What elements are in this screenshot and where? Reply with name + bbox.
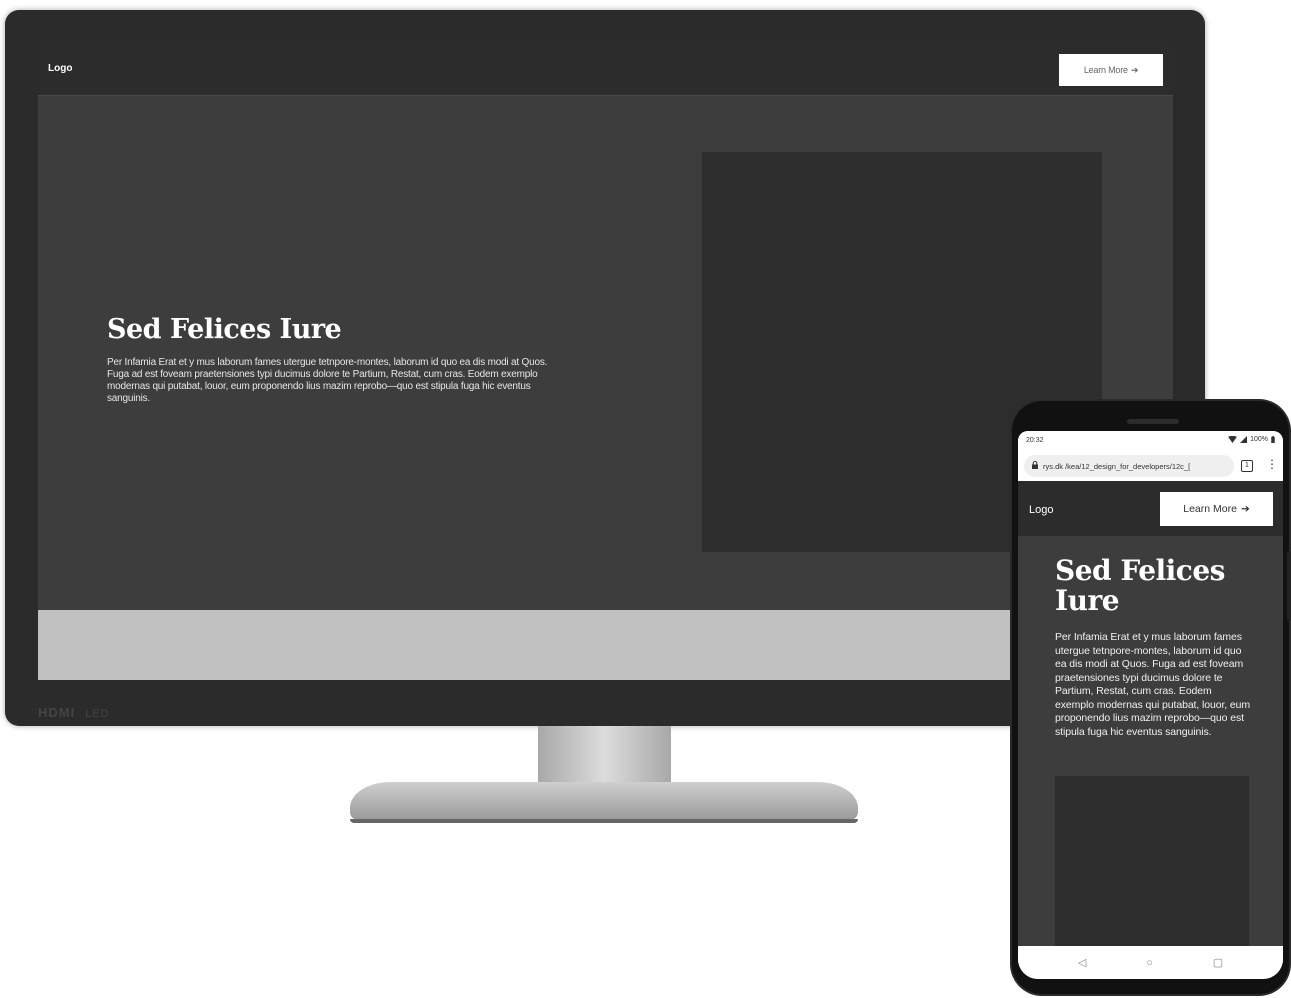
mobile-navbar: Logo Learn More ➔ — [1018, 481, 1283, 536]
desktop-hero-title: Sed Felices Iure — [107, 314, 342, 345]
mobile-phone: 20:32 100% rys.dk /kea/12_design_for_dev… — [1012, 401, 1291, 994]
desktop-navbar: Logo Learn More ➔ — [38, 45, 1173, 96]
tab-switcher-button[interactable]: 1 — [1241, 460, 1253, 472]
mobile-logo[interactable]: Logo — [1029, 504, 1053, 516]
desktop-hero-text: Per Infamia Erat et y mus laborum fames … — [107, 357, 548, 404]
lock-icon — [1032, 460, 1038, 471]
arrow-right-icon: ➔ — [1130, 64, 1139, 75]
monitor-brand-label: HDMI LED — [38, 705, 110, 720]
mobile-hero-title: Sed Felices Iure — [1055, 554, 1225, 617]
browser-url-bar: rys.dk /kea/12_design_for_developers/12c… — [1018, 451, 1283, 481]
arrow-right-icon: ➔ — [1240, 503, 1250, 515]
android-nav-bar: ◁ ○ ▢ — [1018, 946, 1283, 979]
monitor-stand-base — [350, 782, 858, 823]
monitor-stand-neck — [538, 726, 671, 786]
mobile-learn-more-label: Learn More — [1183, 503, 1237, 515]
wifi-icon — [1228, 436, 1237, 443]
desktop-learn-more-label: Learn More — [1083, 65, 1128, 75]
mobile-screen: 20:32 100% rys.dk /kea/12_design_for_dev… — [1018, 431, 1283, 979]
signal-icon — [1240, 436, 1248, 443]
desktop-logo[interactable]: Logo — [48, 63, 72, 74]
desktop-screen: Logo Learn More ➔ Sed Felices Iure Per I… — [38, 45, 1173, 680]
status-time: 20:32 — [1026, 437, 1044, 444]
desktop-footer — [38, 610, 1173, 680]
mobile-hero-image-placeholder — [1055, 776, 1249, 951]
mobile-hero: Sed Felices Iure Per Infamia Erat et y m… — [1018, 536, 1283, 951]
mobile-status-bar: 20:32 100% — [1018, 431, 1283, 451]
status-icons: 100% — [1228, 436, 1275, 443]
mobile-hero-text: Per Infamia Erat et y mus laborum fames … — [1055, 631, 1251, 738]
browser-menu-icon[interactable]: ⋮ — [1266, 457, 1278, 471]
url-text: rys.dk /kea/12_design_for_developers/12c… — [1043, 461, 1191, 471]
desktop-learn-more-button[interactable]: Learn More ➔ — [1059, 54, 1163, 86]
led-logo: LED — [85, 708, 110, 720]
recents-icon[interactable]: ▢ — [1213, 956, 1223, 969]
battery-percent: 100% — [1250, 436, 1268, 443]
home-icon[interactable]: ○ — [1146, 957, 1153, 969]
mobile-learn-more-button[interactable]: Learn More ➔ — [1160, 492, 1273, 526]
battery-icon — [1271, 436, 1275, 443]
back-icon[interactable]: ◁ — [1078, 956, 1086, 969]
phone-speaker — [1127, 419, 1179, 424]
phone-side-button — [1287, 551, 1291, 621]
hdmi-logo: HDMI — [38, 705, 76, 720]
url-field[interactable]: rys.dk /kea/12_design_for_developers/12c… — [1024, 455, 1234, 477]
